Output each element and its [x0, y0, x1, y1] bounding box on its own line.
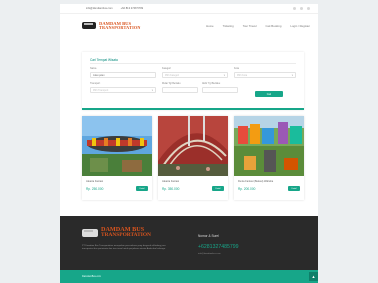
kategori-value: Pilih Kategori: [165, 73, 180, 77]
bus-icon: [82, 228, 98, 237]
tour-card[interactable]: Dunia Fantasi (Bekasi) Wahaha Rp. 200.00…: [234, 116, 304, 200]
tour-card[interactable]: Jakarta Fantasi Rp. 250.000 Detail: [82, 116, 152, 200]
tour-card-list: Jakarta Fantasi Rp. 250.000 Detail Jakar: [82, 116, 304, 200]
detail-button[interactable]: Detail: [212, 186, 224, 191]
kota-label: Kota: [234, 67, 239, 70]
kota-value: Pilih Kota: [237, 73, 248, 77]
end-date-input[interactable]: [202, 87, 238, 93]
kategori-label: Kategori: [162, 67, 171, 70]
bus-icon: [82, 22, 96, 30]
main-nav: Home Ticketing Tour Travel Cek Booking L…: [206, 24, 310, 28]
page: info@dsmdambus.com +62 813 2748 5799 DAM…: [60, 4, 318, 283]
detail-button[interactable]: Detail: [288, 186, 300, 191]
tour-card[interactable]: Jakarta Fantasi Rp. 350.000 Detail: [158, 116, 228, 200]
nama-input[interactable]: Jalan-jalan: [90, 72, 156, 78]
nav-cek-booking[interactable]: Cek Booking: [266, 24, 282, 28]
start-date-input[interactable]: [162, 87, 198, 93]
tour-price: Rp. 200.000: [238, 187, 256, 191]
nav-ticketing[interactable]: Ticketing: [223, 24, 234, 28]
main-header: DAMDAM BUS TRANSPORTATION Home Ticketing…: [60, 15, 318, 37]
site-footer: DAMDAM BUS TRANSPORTATION PT Damdam Bus …: [60, 216, 318, 270]
twitter-icon[interactable]: [300, 7, 303, 10]
footer-description: PT Damdam Bus Transportation merupakan p…: [82, 245, 166, 251]
brand-text: DAMDAM BUS TRANSPORTATION: [99, 21, 141, 31]
start-date-label: Mulai Tgl Berlaku: [162, 82, 181, 85]
nav-login-register[interactable]: Login / Register: [290, 24, 310, 28]
transport-label: Transport: [90, 82, 101, 85]
kategori-select[interactable]: Pilih Kategori ▾: [162, 72, 228, 78]
search-panel: Cari Tempat Wisata Nama Jalan-jalan Kate…: [82, 52, 304, 110]
scroll-to-top-button[interactable]: ▲: [309, 272, 318, 281]
contact-email[interactable]: info@damdambus.com: [198, 253, 221, 255]
search-title: Cari Tempat Wisata: [90, 58, 118, 62]
transport-value: Pilih Transport: [93, 88, 109, 92]
contact-phone[interactable]: +6281327485799: [198, 244, 239, 250]
search-button[interactable]: Cari: [255, 91, 283, 97]
instagram-icon[interactable]: [307, 7, 310, 10]
nama-value: Jalan-jalan: [93, 73, 105, 77]
transport-select[interactable]: Pilih Transport ▾: [90, 87, 156, 93]
copyright-text: DamdamBus.com: [82, 275, 101, 278]
tour-photo[interactable]: [234, 116, 304, 176]
chevron-down-icon: ▾: [151, 88, 153, 92]
kota-select[interactable]: Pilih Kota ▾: [234, 72, 296, 78]
brand-logo[interactable]: DAMDAM BUS TRANSPORTATION: [82, 21, 141, 31]
tour-name: Jakarta Fantasi: [162, 180, 180, 183]
tour-price: Rp. 250.000: [86, 187, 104, 191]
brand-line2: TRANSPORTATION: [99, 25, 141, 31]
social-links: [293, 7, 310, 10]
tour-name: Dunia Fantasi (Bekasi) Wahaha: [238, 180, 274, 183]
chevron-down-icon: ▾: [291, 73, 293, 77]
tour-photo[interactable]: [82, 116, 152, 176]
end-date-label: Akhir Tgl Berlaku: [202, 82, 221, 85]
nama-label: Nama: [90, 67, 97, 70]
accent-divider: [82, 108, 304, 110]
footer-logo[interactable]: DAMDAM BUS TRANSPORTATION: [82, 226, 151, 239]
top-info-bar: info@dsmdambus.com +62 813 2748 5799: [60, 4, 318, 14]
nav-tour-travel[interactable]: Tour Travel: [243, 24, 257, 28]
nav-home[interactable]: Home: [206, 24, 213, 28]
facebook-icon[interactable]: [293, 7, 296, 10]
chevron-down-icon: ▾: [223, 73, 225, 77]
tour-price: Rp. 350.000: [162, 187, 180, 191]
tour-name: Jakarta Fantasi: [86, 180, 104, 183]
topbar-phone[interactable]: +62 813 2748 5799: [121, 7, 143, 10]
footer-brand-line2: TRANSPORTATION: [101, 232, 151, 239]
detail-button[interactable]: Detail: [136, 186, 148, 191]
contact-title: Nomor & Surel: [198, 234, 219, 238]
search-divider: [90, 63, 296, 64]
tour-photo[interactable]: [158, 116, 228, 176]
copyright-bar: DamdamBus.com ▲: [60, 270, 318, 283]
topbar-email[interactable]: info@dsmdambus.com: [86, 7, 113, 10]
footer-brand-text: DAMDAM BUS TRANSPORTATION: [101, 226, 151, 239]
chevron-up-icon: ▲: [311, 274, 316, 279]
